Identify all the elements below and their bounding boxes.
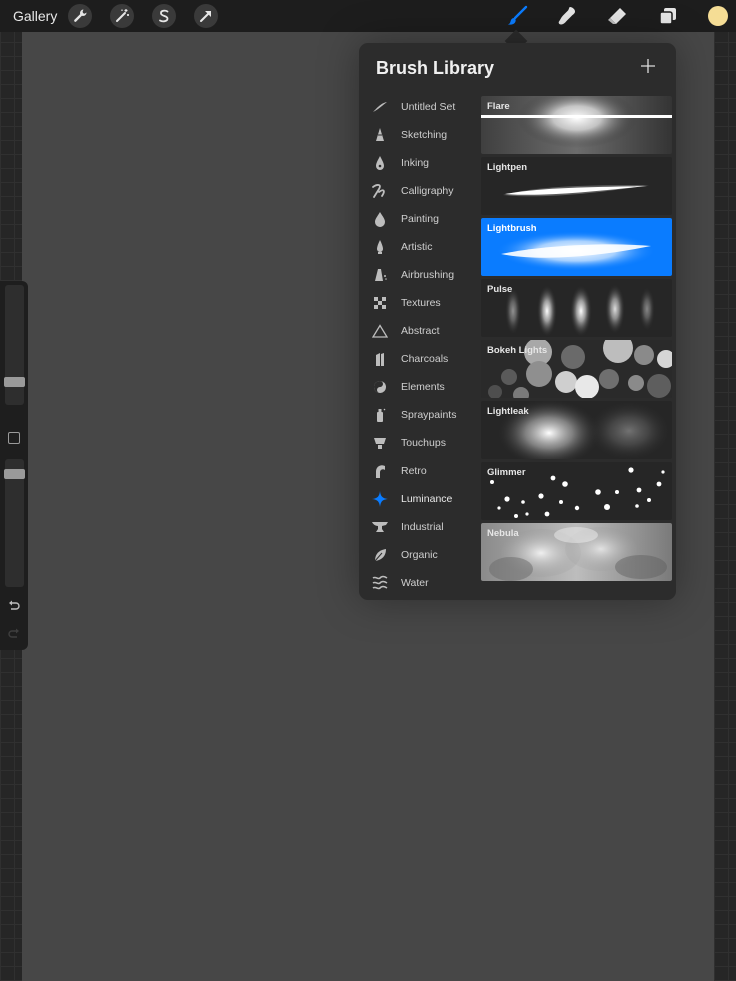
set-organic[interactable]: Organic: [367, 541, 481, 569]
set-water[interactable]: Water: [367, 569, 481, 597]
airbrush-icon: [367, 266, 393, 284]
brush-size-thumb[interactable]: [4, 377, 25, 387]
brush-icon[interactable]: [505, 4, 529, 28]
set-label: Luminance: [401, 493, 453, 505]
modify-button[interactable]: [8, 432, 20, 444]
current-color-swatch[interactable]: [708, 6, 728, 26]
checker-icon: [367, 294, 393, 312]
set-label: Industrial: [401, 521, 444, 533]
brush-tip-icon: [367, 238, 393, 256]
brush-name: Lightleak: [487, 406, 529, 417]
touchup-icon: [367, 434, 393, 452]
set-industrial[interactable]: Industrial: [367, 513, 481, 541]
set-airbrushing[interactable]: Airbrushing: [367, 261, 481, 289]
set-label: Water: [401, 577, 429, 589]
set-artistic[interactable]: Artistic: [367, 233, 481, 261]
eraser-icon[interactable]: [605, 4, 629, 28]
set-calligraphy[interactable]: Calligraphy: [367, 177, 481, 205]
set-label: Charcoals: [401, 353, 449, 365]
set-untitled[interactable]: Untitled Set: [367, 93, 481, 121]
undo-icon[interactable]: [6, 599, 22, 615]
set-textures[interactable]: Textures: [367, 289, 481, 317]
layers-icon[interactable]: [656, 4, 680, 28]
set-label: Painting: [401, 213, 439, 225]
brush-pulse[interactable]: Pulse: [481, 279, 672, 337]
top-toolbar: Gallery: [0, 0, 736, 32]
brush-glimmer[interactable]: Glimmer: [481, 462, 672, 520]
leaf-icon: [367, 546, 393, 564]
stroke-icon: [367, 98, 393, 116]
brush-lightpen[interactable]: Lightpen: [481, 157, 672, 215]
spraycan-icon: [367, 406, 393, 424]
redo-icon[interactable]: [6, 627, 22, 643]
brush-name: Pulse: [487, 284, 513, 295]
set-charcoals[interactable]: Charcoals: [367, 345, 481, 373]
brush-name: Flare: [487, 101, 510, 112]
set-spraypaints[interactable]: Spraypaints: [367, 401, 481, 429]
pencil-tip-icon: [367, 126, 393, 144]
brush-library-title: Brush Library: [376, 58, 495, 78]
set-label: Touchups: [401, 437, 446, 449]
triangle-icon: [367, 322, 393, 340]
sidebar: [0, 281, 28, 650]
set-touchups[interactable]: Touchups: [367, 429, 481, 457]
brush-lightbrush[interactable]: Lightbrush: [481, 218, 672, 276]
set-label: Airbrushing: [401, 269, 455, 281]
set-retro[interactable]: Retro: [367, 457, 481, 485]
set-inking[interactable]: Inking: [367, 149, 481, 177]
set-painting[interactable]: Painting: [367, 205, 481, 233]
yin-yang-icon: [367, 378, 393, 396]
set-label: Retro: [401, 465, 427, 477]
selection-s-icon[interactable]: [152, 4, 176, 28]
set-abstract[interactable]: Abstract: [367, 317, 481, 345]
set-luminance[interactable]: Luminance: [367, 485, 481, 513]
charcoal-icon: [367, 350, 393, 368]
anvil-icon: [367, 518, 393, 536]
set-label: Spraypaints: [401, 409, 457, 421]
opacity-slider[interactable]: [4, 459, 25, 587]
sparkle-icon: [367, 490, 393, 508]
magic-wand-icon[interactable]: [110, 4, 134, 28]
brush-flare[interactable]: Flare: [481, 96, 672, 154]
ink-pen-icon: [367, 154, 393, 172]
retro-icon: [367, 462, 393, 480]
gallery-button[interactable]: Gallery: [13, 8, 57, 24]
wrench-icon[interactable]: [68, 4, 92, 28]
set-label: Abstract: [401, 325, 440, 337]
brush-list: Flare Lightpen Lightbrush Pulse Bokeh Li…: [481, 96, 672, 584]
brush-bokeh-lights[interactable]: Bokeh Lights: [481, 340, 672, 398]
set-elements[interactable]: Elements: [367, 373, 481, 401]
set-label: Inking: [401, 157, 430, 169]
brush-name: Glimmer: [487, 467, 526, 478]
smudge-icon[interactable]: [555, 4, 579, 28]
set-label: Elements: [401, 381, 445, 393]
brush-lightleak[interactable]: Lightleak: [481, 401, 672, 459]
set-label: Sketching: [401, 129, 448, 141]
set-label: Untitled Set: [401, 101, 456, 113]
plus-icon[interactable]: [638, 56, 658, 76]
transform-arrow-icon[interactable]: [194, 4, 218, 28]
calligraphy-icon: [367, 182, 393, 200]
set-label: Artistic: [401, 241, 433, 253]
brush-size-slider[interactable]: [4, 285, 25, 405]
waves-icon: [367, 574, 393, 592]
brush-name: Bokeh Lights: [487, 345, 548, 356]
set-label: Organic: [401, 549, 438, 561]
brush-library-panel: Brush Library Untitled Set Sketching Ink…: [359, 43, 676, 600]
brush-set-list: Untitled Set Sketching Inking Calligraph…: [367, 93, 481, 597]
brush-name: Nebula: [487, 528, 519, 539]
brush-nebula[interactable]: Nebula: [481, 523, 672, 581]
opacity-thumb[interactable]: [4, 469, 25, 479]
paint-drop-icon: [367, 210, 393, 228]
brush-name: Lightbrush: [487, 223, 537, 234]
set-label: Calligraphy: [401, 185, 454, 197]
set-sketching[interactable]: Sketching: [367, 121, 481, 149]
brush-name: Lightpen: [487, 162, 528, 173]
set-label: Textures: [401, 297, 441, 309]
